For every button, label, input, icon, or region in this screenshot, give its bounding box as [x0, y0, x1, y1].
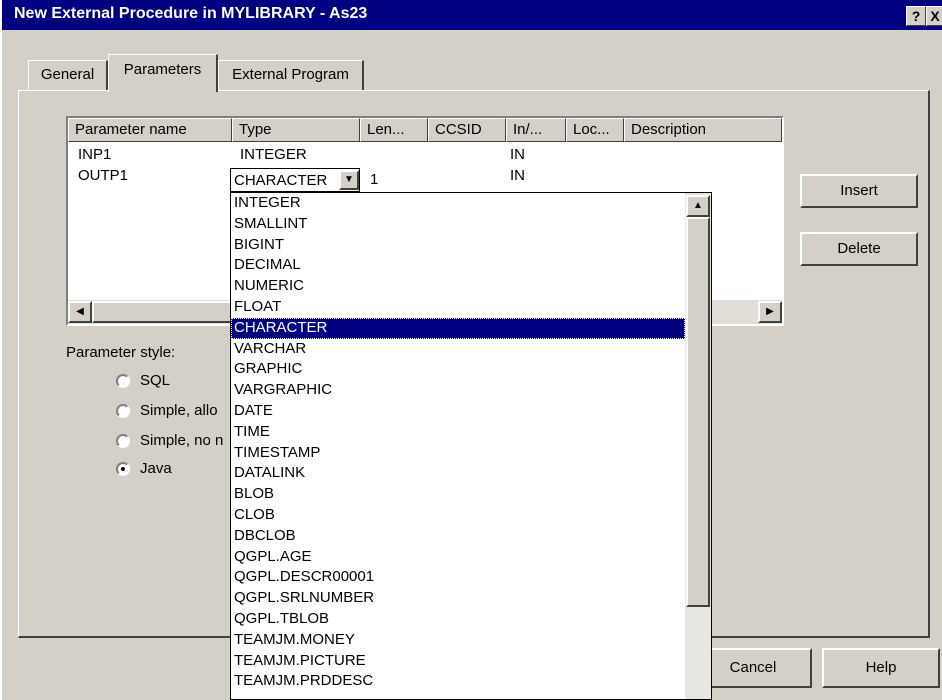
option-smallint[interactable]: SMALLINT — [231, 214, 685, 235]
scroll-left-icon[interactable]: ◀ — [68, 301, 92, 323]
type-combobox[interactable]: CHARACTER ▼ — [230, 168, 360, 192]
option-datalink[interactable]: DATALINK — [231, 463, 685, 484]
option-bigint[interactable]: BIGINT — [231, 235, 685, 256]
column-header-type[interactable]: Type — [232, 118, 360, 142]
column-header-in-out[interactable]: In/... — [506, 118, 566, 142]
column-header-parameter-name[interactable]: Parameter name — [68, 118, 232, 142]
option-float[interactable]: FLOAT — [231, 297, 685, 318]
option-teamjm-money[interactable]: TEAMJM.MONEY — [231, 630, 685, 651]
radio-simple-allow-nulls[interactable] — [116, 404, 130, 418]
column-header-description[interactable]: Description — [624, 118, 782, 142]
row-name-outp1[interactable]: OUTP1 — [78, 167, 128, 185]
close-icon[interactable]: X — [926, 6, 942, 26]
option-vargraphic[interactable]: VARGRAPHIC — [231, 380, 685, 401]
tab-parameters[interactable]: Parameters — [108, 54, 218, 92]
option-qgpl-age[interactable]: QGPL.AGE — [231, 547, 685, 568]
type-dropdown-list[interactable]: INTEGER SMALLINT BIGINT DECIMAL NUMERIC … — [230, 192, 712, 700]
scroll-right-icon[interactable]: ▶ — [758, 301, 782, 323]
option-decimal[interactable]: DECIMAL — [231, 255, 685, 276]
tab-general[interactable]: General — [28, 60, 108, 90]
insert-button[interactable]: Insert — [800, 174, 918, 208]
option-date[interactable]: DATE — [231, 401, 685, 422]
delete-button[interactable]: Delete — [800, 232, 918, 266]
row-name-inp1[interactable]: INP1 — [78, 146, 111, 164]
chevron-down-icon[interactable]: ▼ — [339, 170, 359, 190]
option-varchar[interactable]: VARCHAR — [231, 339, 685, 360]
radio-java-label[interactable]: Java — [140, 460, 172, 477]
help-button[interactable]: Help — [822, 648, 940, 688]
help-icon[interactable]: ? — [906, 6, 926, 26]
tab-external-program[interactable]: External Program — [218, 60, 364, 90]
column-header-ccsid[interactable]: CCSID — [428, 118, 506, 142]
row-length-outp1[interactable]: 1 — [370, 171, 378, 189]
column-header-length[interactable]: Len... — [360, 118, 428, 142]
dialog-window: New External Procedure in MYLIBRARY - As… — [0, 0, 942, 700]
type-combobox-value: CHARACTER — [234, 172, 328, 189]
option-timestamp[interactable]: TIMESTAMP — [231, 443, 685, 464]
option-qgpl-tblob[interactable]: QGPL.TBLOB — [231, 609, 685, 630]
option-character[interactable]: CHARACTER — [231, 317, 685, 339]
horizontal-scroll-thumb[interactable] — [92, 301, 232, 323]
parameter-style-label: Parameter style: — [66, 344, 176, 361]
radio-java[interactable] — [116, 462, 130, 476]
row-inout-inp1[interactable]: IN — [510, 146, 525, 164]
window-title: New External Procedure in MYLIBRARY - As… — [14, 5, 368, 22]
vertical-scroll-thumb[interactable] — [686, 217, 710, 607]
option-dbclob[interactable]: DBCLOB — [231, 526, 685, 547]
title-bar: New External Procedure in MYLIBRARY - As… — [2, 0, 942, 30]
row-type-inp1[interactable]: INTEGER — [240, 146, 307, 164]
option-teamjm-picture[interactable]: TEAMJM.PICTURE — [231, 651, 685, 672]
option-time[interactable]: TIME — [231, 422, 685, 443]
radio-simple-no-nulls[interactable] — [116, 434, 130, 448]
column-header-locator[interactable]: Loc... — [566, 118, 624, 142]
radio-sql-label[interactable]: SQL — [140, 372, 170, 389]
radio-sql[interactable] — [116, 374, 130, 388]
option-integer[interactable]: INTEGER — [231, 193, 685, 214]
option-qgpl-descr00001[interactable]: QGPL.DESCR00001 — [231, 567, 685, 588]
vertical-scrollbar[interactable]: ▲ — [685, 193, 711, 699]
radio-simple-no-nulls-label[interactable]: Simple, no n — [140, 432, 223, 449]
option-teamjm-prddesc[interactable]: TEAMJM.PRDDESC — [231, 671, 685, 692]
type-options: INTEGER SMALLINT BIGINT DECIMAL NUMERIC … — [231, 193, 685, 692]
radio-simple-allow-nulls-label[interactable]: Simple, allo — [140, 402, 218, 419]
option-numeric[interactable]: NUMERIC — [231, 276, 685, 297]
option-blob[interactable]: BLOB — [231, 484, 685, 505]
option-clob[interactable]: CLOB — [231, 505, 685, 526]
scroll-up-icon[interactable]: ▲ — [686, 195, 710, 217]
option-graphic[interactable]: GRAPHIC — [231, 359, 685, 380]
option-qgpl-srlnumber[interactable]: QGPL.SRLNUMBER — [231, 588, 685, 609]
row-inout-outp1[interactable]: IN — [510, 167, 525, 185]
